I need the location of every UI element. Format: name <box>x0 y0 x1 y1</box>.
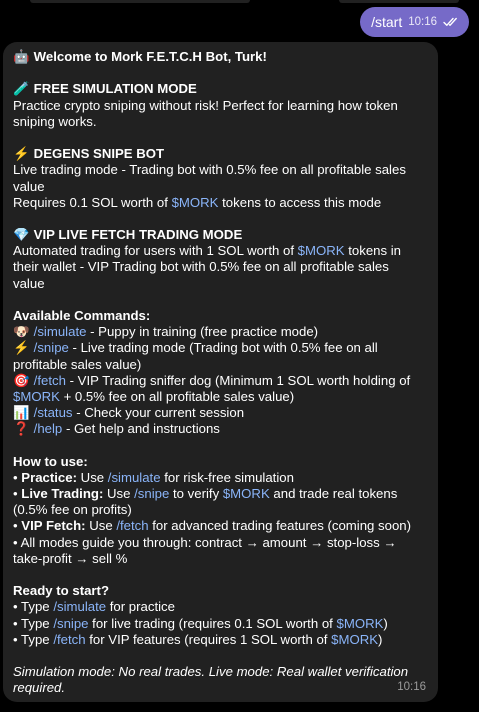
degens-requirement-line: Requires 0.1 SOL worth of $MORK tokens t… <box>13 194 382 210</box>
bot-message-bubble[interactable]: 🤖 Welcome to Mork F.E.T.C.H Bot, Turk! 🧪… <box>3 42 438 702</box>
previous-incoming-bubble-edge <box>30 0 250 3</box>
previous-outgoing-bubble-edge <box>339 0 459 3</box>
howto-heading: How to use: <box>13 453 88 469</box>
howto-modes-line-cont: take-profit → sell % <box>13 550 128 566</box>
fetch-command-link[interactable]: /fetch <box>34 373 66 388</box>
command-snipe-line-cont: profitable sales value) <box>13 356 142 372</box>
howto-live-line: • Live Trading: Use /snipe to verify $MO… <box>13 486 398 502</box>
howto-modes-line: • All modes guide you through: contract … <box>13 534 397 550</box>
degens-desc-line: Live trading mode - Trading bot with 0.5… <box>13 162 406 178</box>
lightning-icon: ⚡ <box>13 146 30 162</box>
howto-vip-line: • VIP Fetch: Use /fetch for advanced tra… <box>13 518 412 534</box>
cashtag-link[interactable]: $MORK <box>337 616 384 631</box>
simulate-command-link[interactable]: /simulate <box>108 470 161 485</box>
vip-mode-title: 💎 VIP LIVE FETCH TRADING MODE <box>13 227 243 243</box>
command-simulate-line: 🐶 /simulate - Puppy in training (free pr… <box>13 324 319 340</box>
diamond-icon: 💎 <box>13 227 30 243</box>
snipe-command-link[interactable]: /snipe <box>34 340 69 355</box>
message-time: 10:16 <box>397 681 426 693</box>
howto-live-line-cont: (0.5% fee on profits) <box>13 502 132 518</box>
test-tube-icon: 🧪 <box>13 81 30 97</box>
simulate-command-link[interactable]: /simulate <box>34 324 87 339</box>
question-mark-icon: ❓ <box>13 421 30 437</box>
commands-heading: Available Commands: <box>13 308 151 323</box>
previous-message-edge <box>0 0 479 4</box>
degens-desc-line: value <box>13 178 45 194</box>
command-status-line: 📊 /status - Check your current session <box>13 405 245 421</box>
cashtag-link[interactable]: $MORK <box>172 195 219 210</box>
bar-chart-icon: 📊 <box>13 405 30 421</box>
outgoing-message-text: /start <box>371 14 403 30</box>
ready-line: • Type /simulate for practice <box>13 599 175 615</box>
cashtag-link[interactable]: $MORK <box>331 632 378 647</box>
cashtag-link[interactable]: $MORK <box>298 243 345 258</box>
vip-desc-line: Automated trading for users with 1 SOL w… <box>13 243 402 259</box>
fetch-command-link[interactable]: /fetch <box>116 518 148 533</box>
welcome-text: Welcome to Mork F.E.T.C.H Bot, Turk! <box>33 49 267 64</box>
dog-face-icon: 🐶 <box>13 324 30 340</box>
lightning-icon: ⚡ <box>13 340 30 356</box>
cashtag-link[interactable]: $MORK <box>13 389 60 404</box>
footer-note: Simulation mode: No real trades. Live mo… <box>13 664 409 680</box>
outgoing-message-time: 10:16 <box>408 16 437 28</box>
target-icon: 🎯 <box>13 372 30 388</box>
double-check-read-icon <box>443 17 459 27</box>
footer-note-cont: required. <box>13 680 66 696</box>
robot-icon: 🤖 <box>13 49 30 64</box>
command-fetch-line-cont: $MORK + 0.5% fee on all profitable sales… <box>13 388 295 404</box>
simulation-desc-line: sniping works. <box>13 113 97 129</box>
command-help-line: ❓ /help - Get help and instructions <box>13 421 220 437</box>
snipe-command-link[interactable]: /snipe <box>134 486 169 501</box>
howto-practice-line: • Practice: Use /simulate for risk-free … <box>13 469 294 485</box>
welcome-line: 🤖 Welcome to Mork F.E.T.C.H Bot, Turk! <box>13 49 424 65</box>
vip-desc-line: their wallet - VIP Trading bot with 0.5%… <box>13 259 389 275</box>
snipe-command-link[interactable]: /snipe <box>53 616 88 631</box>
ready-line: • Type /fetch for VIP features (requires… <box>13 631 383 647</box>
ready-line: • Type /snipe for live trading (requires… <box>13 615 388 631</box>
cashtag-link[interactable]: $MORK <box>223 486 270 501</box>
command-fetch-line: 🎯 /fetch - VIP Trading sniffer dog (Mini… <box>13 372 411 388</box>
simulation-desc-line: Practice crypto sniping without risk! Pe… <box>13 97 398 113</box>
help-command-link[interactable]: /help <box>34 421 63 436</box>
outgoing-message-bubble[interactable]: /start 10:16 <box>360 7 469 37</box>
simulation-mode-title: 🧪 FREE SIMULATION MODE <box>13 81 197 97</box>
status-command-link[interactable]: /status <box>34 405 73 420</box>
vip-desc-line: value <box>13 275 45 291</box>
ready-heading: Ready to start? <box>13 583 109 599</box>
simulate-command-link[interactable]: /simulate <box>53 599 106 614</box>
command-snipe-line: ⚡ /snipe - Live trading mode (Trading bo… <box>13 340 378 356</box>
fetch-command-link[interactable]: /fetch <box>53 632 85 647</box>
degens-mode-title: ⚡ DEGENS SNIPE BOT <box>13 146 165 162</box>
